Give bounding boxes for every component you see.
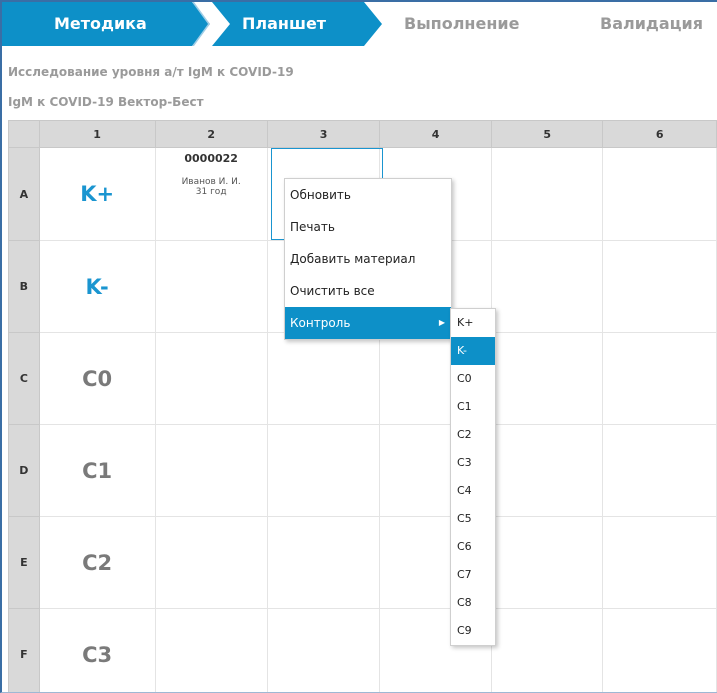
well-d1[interactable]: C1 [38, 424, 156, 517]
control-label: C1 [82, 458, 113, 483]
patient-name: Иванов И. И. [181, 177, 241, 187]
menu-item-print[interactable]: Печать [285, 211, 451, 243]
control-label: K- [85, 274, 109, 299]
well-f3[interactable] [266, 608, 381, 692]
well-d3[interactable] [266, 424, 381, 517]
row-header[interactable]: B [8, 240, 40, 333]
well-c1[interactable]: C0 [38, 332, 156, 425]
patient-age: 31 год [195, 187, 227, 197]
step-plate[interactable]: Планшет [242, 2, 326, 46]
corner-cell [8, 120, 40, 148]
well-d2[interactable] [154, 424, 268, 517]
app-frame: Методика Планшет Выполнение Валидация Ис… [0, 0, 717, 693]
well-c5[interactable] [490, 332, 604, 425]
row-header[interactable]: A [8, 147, 40, 241]
study-title: Исследование уровня а/т IgM к COVID-19 [8, 65, 294, 79]
row-header[interactable]: E [8, 516, 40, 609]
column-header[interactable]: 2 [154, 120, 268, 148]
menu-item-add-material[interactable]: Добавить материал [285, 243, 451, 275]
submenu-item[interactable]: C1 [451, 393, 495, 421]
submenu-arrow-icon: ▶ [438, 318, 445, 327]
column-header-row: 1 2 3 4 5 6 [8, 120, 717, 148]
control-label: C0 [82, 366, 113, 391]
step-methodology[interactable]: Методика [54, 2, 147, 46]
submenu-item[interactable]: C6 [451, 533, 495, 561]
menu-item-control[interactable]: Контроль ▶ [285, 307, 451, 339]
well-e3[interactable] [266, 516, 381, 609]
submenu-item[interactable]: C2 [451, 421, 495, 449]
plate-row-d: D C1 [8, 424, 717, 517]
column-header[interactable]: 5 [490, 120, 604, 148]
submenu-item[interactable]: C9 [451, 617, 495, 645]
column-header[interactable]: 4 [379, 120, 492, 148]
well-d5[interactable] [490, 424, 604, 517]
step-execution[interactable]: Выполнение [404, 2, 519, 46]
row-header[interactable]: F [8, 608, 40, 692]
well-c3[interactable] [266, 332, 381, 425]
context-menu: Обновить Печать Добавить материал Очисти… [284, 178, 452, 340]
wizard-steps: Методика Планшет Выполнение Валидация [2, 2, 717, 46]
kit-name: IgM к COVID-19 Вектор-Бест [8, 95, 204, 109]
well-a5[interactable] [490, 147, 604, 241]
submenu-item[interactable]: K+ [451, 309, 495, 337]
well-b5[interactable] [490, 240, 604, 333]
control-submenu: K+ K- C0 C1 C2 C3 C4 C5 C6 C7 C8 C9 [450, 308, 496, 646]
sample-code: 0000022 [184, 152, 238, 165]
well-a1[interactable]: K+ [38, 147, 156, 241]
menu-item-label: Контроль [290, 316, 351, 330]
submenu-item[interactable]: C7 [451, 561, 495, 589]
well-f1[interactable]: C3 [38, 608, 156, 692]
sample-card: 0000022 Иванов И. И. 31 год [156, 148, 267, 240]
submenu-item[interactable]: C4 [451, 477, 495, 505]
well-f6[interactable] [602, 608, 717, 692]
row-header[interactable]: D [8, 424, 40, 517]
menu-item-refresh[interactable]: Обновить [285, 179, 451, 211]
column-header[interactable]: 6 [602, 120, 717, 148]
control-label: C2 [82, 550, 113, 575]
submenu-item[interactable]: C3 [451, 449, 495, 477]
submenu-item[interactable]: C8 [451, 589, 495, 617]
well-e6[interactable] [602, 516, 717, 609]
well-e2[interactable] [154, 516, 268, 609]
column-header[interactable]: 1 [38, 120, 156, 148]
control-label: C3 [82, 642, 113, 667]
well-f2[interactable] [154, 608, 268, 692]
row-header[interactable]: C [8, 332, 40, 425]
menu-item-clear-all[interactable]: Очистить все [285, 275, 451, 307]
column-header[interactable]: 3 [266, 120, 381, 148]
plate-row-c: C C0 [8, 332, 717, 425]
control-label: K+ [80, 182, 115, 206]
well-c6[interactable] [602, 332, 717, 425]
submenu-item[interactable]: K- [451, 337, 495, 365]
well-c2[interactable] [154, 332, 268, 425]
well-b6[interactable] [602, 240, 717, 333]
well-a2[interactable]: 0000022 Иванов И. И. 31 год [154, 147, 268, 241]
step-validation[interactable]: Валидация [600, 2, 703, 46]
well-d6[interactable] [602, 424, 717, 517]
well-a6[interactable] [602, 147, 717, 241]
plate-row-f: F C3 [8, 608, 717, 692]
well-b2[interactable] [154, 240, 268, 333]
well-e1[interactable]: C2 [38, 516, 156, 609]
well-e5[interactable] [490, 516, 604, 609]
submenu-item[interactable]: C5 [451, 505, 495, 533]
submenu-item[interactable]: C0 [451, 365, 495, 393]
plate-row-e: E C2 [8, 516, 717, 609]
well-f5[interactable] [490, 608, 604, 692]
well-b1[interactable]: K- [38, 240, 156, 333]
